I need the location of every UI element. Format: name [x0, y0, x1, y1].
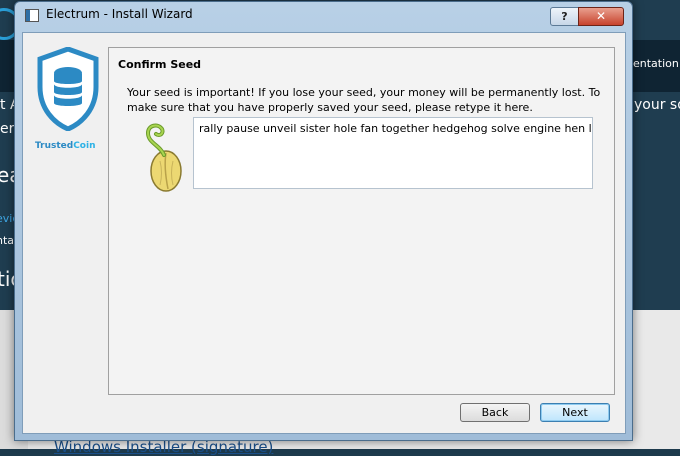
logo-text-trusted: Trusted: [35, 141, 74, 151]
confirm-seed-panel: Confirm Seed Your seed is important! If …: [108, 47, 615, 395]
title-bar[interactable]: Electrum - Install Wizard ? ✕: [15, 2, 632, 28]
wizard-client-area: TrustedCoin Confirm Seed Your seed is im…: [22, 32, 626, 434]
trustedcoin-shield-icon: [37, 47, 99, 131]
install-wizard-window: Electrum - Install Wizard ? ✕ TrustedCoi…: [14, 1, 633, 441]
background-text-your-so: your so: [634, 97, 680, 113]
background-text-nta: nta: [0, 234, 15, 247]
seed-warning-message: Your seed is important! If you lose your…: [127, 86, 601, 114]
back-button[interactable]: Back: [460, 403, 530, 422]
logo-text-coin: Coin: [73, 141, 96, 151]
next-button[interactable]: Next: [540, 403, 610, 422]
background-text-er: er: [0, 121, 15, 137]
window-title: Electrum - Install Wizard: [46, 7, 193, 21]
page-title: Confirm Seed: [118, 58, 202, 71]
electrum-app-icon: [25, 9, 39, 22]
help-button[interactable]: ?: [550, 7, 579, 26]
trustedcoin-logo-text: TrustedCoin: [35, 141, 95, 151]
close-button[interactable]: ✕: [578, 7, 624, 26]
seed-sprout-icon: [145, 123, 182, 192]
seed-input[interactable]: rally pause unveil sister hole fan toget…: [193, 117, 593, 189]
background-text-entation: entation: [633, 57, 679, 70]
